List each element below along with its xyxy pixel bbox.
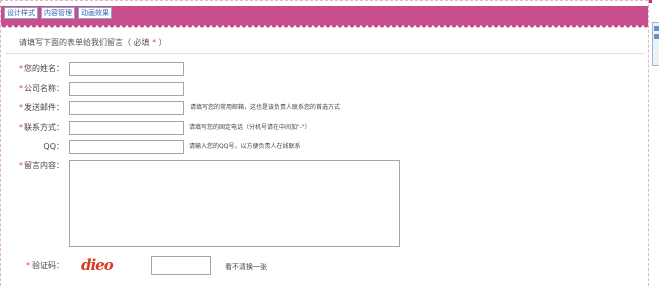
phone-hint: 请填写您的固定电话（分机号请在中间加"-"） bbox=[189, 124, 311, 131]
captcha-image[interactable]: dieo bbox=[81, 256, 114, 274]
company-label: 公司名称： bbox=[24, 84, 64, 93]
intro-suffix: ） bbox=[156, 38, 167, 47]
form-intro: 请填写下面的表单给我们留言（ 必填 * ） bbox=[19, 37, 167, 48]
email-hint: 请填写您的常用邮箱，这也是该负责人联系您的首选方式 bbox=[190, 104, 341, 111]
side-toolbar[interactable] bbox=[652, 22, 659, 66]
required-mark: * bbox=[19, 123, 23, 132]
divider bbox=[5, 53, 645, 54]
message-textarea[interactable] bbox=[69, 160, 400, 247]
editor-tabs: 设计样式 内容管理 动画效果 bbox=[4, 7, 112, 19]
canvas-guide-top bbox=[0, 0, 648, 1]
email-label: 发送邮件： bbox=[24, 103, 64, 112]
message-label: 留言内容： bbox=[24, 161, 64, 170]
email-field[interactable] bbox=[69, 101, 184, 115]
qq-field[interactable] bbox=[69, 140, 184, 154]
required-mark: * bbox=[19, 84, 23, 93]
required-mark: * bbox=[19, 64, 23, 73]
tab-design-style[interactable]: 设计样式 bbox=[4, 7, 38, 19]
header-wave-edge bbox=[1, 25, 648, 29]
qq-label: QQ： bbox=[43, 142, 64, 151]
phone-label: 联系方式： bbox=[24, 123, 64, 132]
tab-content-management[interactable]: 内容管理 bbox=[41, 7, 75, 19]
intro-text: 请填写下面的表单给我们留言（ 必填 bbox=[19, 38, 153, 47]
toolbar-icon[interactable] bbox=[653, 34, 659, 39]
required-mark: * bbox=[19, 161, 23, 170]
phone-field[interactable] bbox=[69, 121, 184, 135]
resize-handle[interactable] bbox=[649, 0, 652, 3]
canvas-guide-right bbox=[648, 0, 649, 286]
company-field[interactable] bbox=[69, 82, 184, 96]
canvas-guide-left bbox=[0, 0, 1, 286]
captcha-input[interactable] bbox=[151, 256, 211, 275]
tab-animation-effects[interactable]: 动画效果 bbox=[78, 7, 112, 19]
name-label: 您的姓名： bbox=[24, 64, 64, 73]
captcha-label: 验证码： bbox=[32, 261, 64, 270]
toolbar-icon[interactable] bbox=[653, 26, 659, 31]
refresh-captcha-link[interactable]: 看不清换一张 bbox=[225, 262, 267, 272]
required-mark: * bbox=[19, 103, 23, 112]
name-field[interactable] bbox=[69, 62, 184, 76]
qq-hint: 请输入您的QQ号，以方便负责人在线联系 bbox=[189, 143, 301, 150]
